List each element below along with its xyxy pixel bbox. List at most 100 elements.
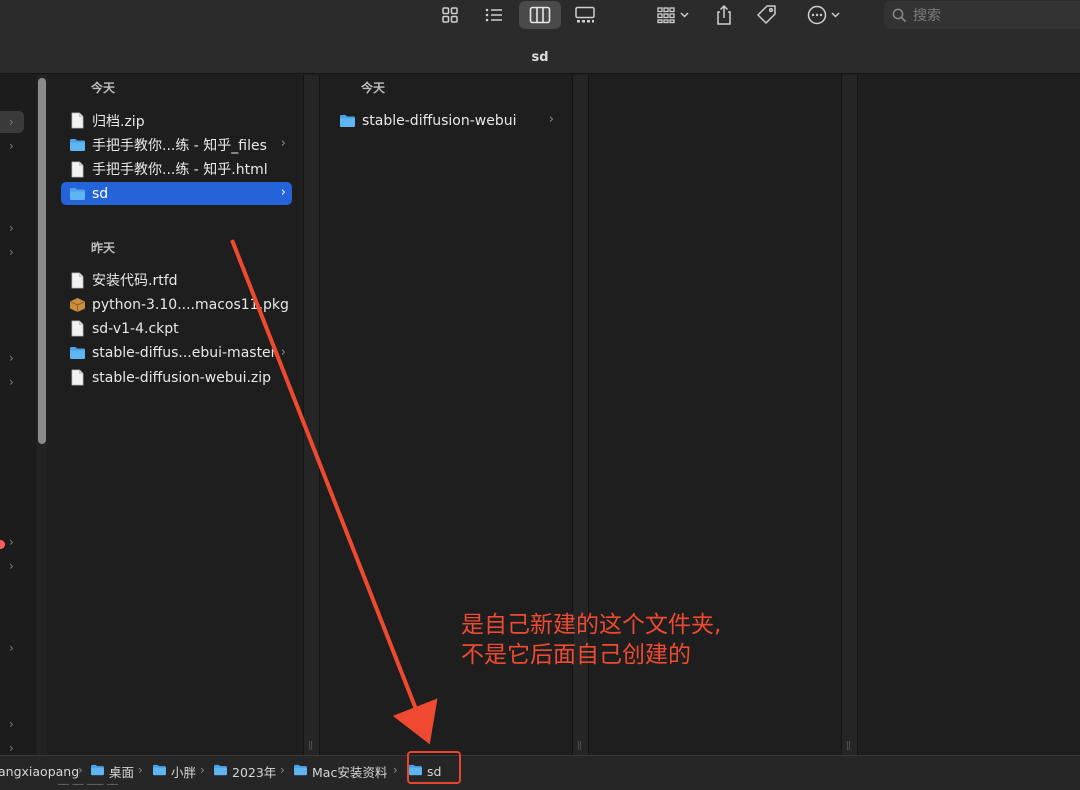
folder-icon	[293, 764, 308, 779]
file-icon	[69, 320, 86, 337]
file-icon	[69, 161, 86, 178]
column-divider[interactable]: ||	[303, 75, 320, 755]
breadcrumb-item[interactable]: Mac安装资料	[293, 762, 387, 780]
chevron-right-icon[interactable]: ›	[9, 245, 14, 259]
sidebar: › › › › › › › › › › ›	[0, 75, 36, 755]
item-name: 安装代码.rtfd	[92, 273, 178, 290]
section-header: 今天	[91, 81, 116, 95]
section-header: 今天	[361, 81, 386, 95]
chevron-right-icon[interactable]: ›	[9, 741, 14, 755]
breadcrumb-label: Mac安装资料	[312, 764, 388, 780]
folder-item[interactable]: stable-diffusion-webui ›	[331, 109, 560, 132]
item-name: sd	[92, 185, 109, 202]
annotation-line-1: 是自己新建的这个文件夹,	[461, 612, 722, 638]
resize-handle-icon[interactable]: ||	[846, 741, 851, 751]
item-name: 手把手教你...练 - 知乎_files	[92, 137, 267, 154]
gallery-view-icon[interactable]	[570, 1, 600, 29]
folder-item[interactable]: sd ›	[61, 182, 292, 206]
chevron-right-icon[interactable]: ›	[9, 139, 14, 153]
chevron-right-icon[interactable]: ›	[9, 641, 14, 655]
list-view-icon[interactable]	[480, 1, 508, 29]
breadcrumb-label: 桌面	[109, 764, 135, 780]
tag-icon[interactable]	[753, 1, 781, 29]
breadcrumb-separator: ›	[393, 763, 398, 777]
package-icon	[69, 296, 86, 313]
chevron-right-icon: ›	[548, 112, 554, 127]
resize-handle-icon[interactable]: ||	[577, 741, 582, 751]
toolbar: 搜索 sd	[0, 0, 1080, 74]
annotation-line-2: 不是它后面自己创建的	[461, 642, 691, 668]
chevron-right-icon[interactable]: ›	[9, 115, 14, 129]
chevron-down-icon	[679, 12, 689, 18]
folder-icon	[69, 345, 86, 362]
breadcrumb-item[interactable]: 2023年	[213, 762, 276, 780]
chevron-right-icon[interactable]: ›	[9, 375, 14, 389]
file-item[interactable]: python-3.10....macos11.pkg	[61, 293, 292, 316]
file-icon	[69, 112, 86, 129]
search-placeholder: 搜索	[913, 8, 941, 24]
search-field[interactable]: 搜索	[884, 1, 1080, 29]
window-title: sd	[531, 50, 549, 65]
item-name: python-3.10....macos11.pkg	[92, 296, 289, 313]
chevron-right-icon[interactable]: ›	[9, 717, 14, 731]
breadcrumb-label: 2023年	[232, 764, 277, 780]
item-name: stable-diffus...ebui-master	[92, 345, 277, 362]
tag-dot-red	[0, 540, 5, 549]
breadcrumb-separator: ›	[200, 763, 205, 777]
folder-icon	[213, 764, 228, 779]
file-item[interactable]: 归档.zip	[61, 109, 292, 132]
item-name: 手把手教你...练 - 知乎.html	[92, 162, 268, 179]
file-icon	[69, 272, 86, 289]
file-icon	[69, 369, 86, 386]
folder-icon	[90, 764, 105, 779]
search-icon	[892, 8, 907, 22]
more-icon[interactable]	[802, 1, 844, 29]
annotation-text: 是自己新建的这个文件夹, 不是它后面自己创建的	[461, 610, 721, 670]
breadcrumb-separator: ›	[280, 763, 285, 777]
breadcrumb-label: angxiaopang	[0, 763, 80, 779]
chevron-right-icon[interactable]: ›	[9, 559, 14, 573]
share-icon[interactable]	[711, 1, 737, 29]
breadcrumb-item[interactable]: angxiaopang	[0, 762, 79, 780]
column-divider[interactable]: ||	[841, 75, 858, 755]
item-name: stable-diffusion-webui	[362, 112, 517, 129]
section-header: 昨天	[91, 240, 116, 255]
file-item[interactable]: stable-diffusion-webui.zip	[61, 366, 292, 389]
file-item[interactable]: sd-v1-4.ckpt	[61, 317, 292, 340]
resize-handle-icon[interactable]: ||	[308, 741, 313, 751]
folder-item[interactable]: stable-diffus...ebui-master ›	[61, 342, 292, 365]
breadcrumb-separator: ›	[78, 763, 83, 777]
chevron-right-icon[interactable]: ›	[9, 535, 14, 549]
column-4	[859, 75, 1080, 755]
file-item[interactable]: 安装代码.rtfd	[61, 269, 292, 292]
chevron-right-icon[interactable]: ›	[9, 351, 14, 365]
finder-window: 搜索 sd › › › › › › › › › › › 今天归档.zip 手把手教…	[0, 0, 1080, 790]
path-bar: angxiaopang 桌面 小胖 2023年 Mac安装资料 sd › › › › ›	[0, 755, 1080, 790]
breadcrumb-label: 小胖	[171, 764, 197, 780]
folder-icon	[69, 136, 86, 153]
breadcrumb-item[interactable]: 小胖	[152, 762, 196, 780]
group-icon[interactable]	[650, 1, 694, 29]
vertical-scrollbar[interactable]	[37, 75, 47, 755]
folder-item[interactable]: 手把手教你...练 - 知乎_files ›	[61, 133, 292, 156]
file-item[interactable]: 手把手教你...练 - 知乎.html	[61, 158, 292, 181]
folder-icon	[152, 764, 167, 779]
scrollbar-thumb[interactable]	[38, 78, 46, 444]
folder-icon	[339, 112, 356, 129]
grid-view-icon[interactable]	[436, 1, 464, 29]
chevron-right-icon: ›	[280, 185, 286, 201]
status-text-fragment: ‾‾ ‾‾ ‾‾‾ ‾‾	[58, 782, 118, 790]
folder-icon	[69, 185, 86, 202]
chevron-down-icon	[830, 12, 840, 18]
column-view-icon[interactable]	[519, 1, 561, 29]
breadcrumb-separator: ›	[138, 763, 143, 777]
item-name: 归档.zip	[92, 113, 145, 130]
breadcrumb-item[interactable]: 桌面	[90, 762, 134, 780]
column-1: 今天 归档.zip 手把手教你...练 - 知乎_files › 手把手教你...练 -…	[50, 75, 303, 755]
chevron-right-icon[interactable]: ›	[9, 221, 14, 235]
chevron-right-icon: ›	[280, 136, 286, 152]
item-name: sd-v1-4.ckpt	[92, 320, 179, 337]
chevron-right-icon: ›	[280, 344, 286, 360]
highlight-box	[407, 751, 461, 784]
item-name: stable-diffusion-webui.zip	[92, 369, 272, 386]
